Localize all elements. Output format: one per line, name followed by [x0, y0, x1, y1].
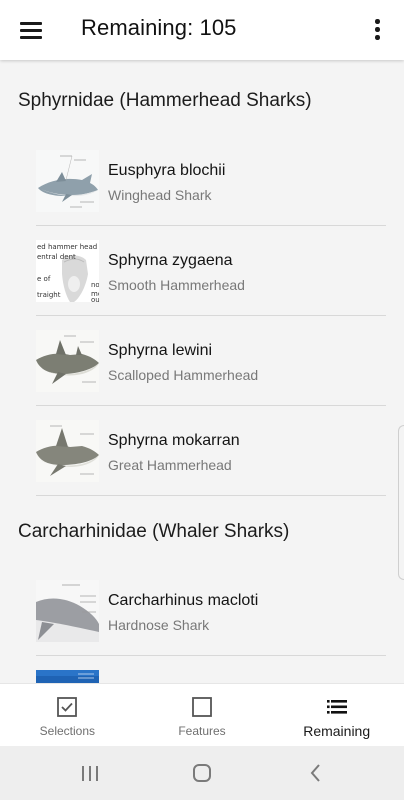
app-bar: Remaining: 105: [0, 0, 404, 60]
nav-label: Remaining: [303, 723, 371, 739]
thumb-caption: entral dent: [37, 253, 76, 261]
nav-label: Features: [178, 724, 226, 738]
section-header-sphyrnidae: Sphyrnidae (Hammerhead Sharks): [18, 90, 312, 111]
hamburger-menu-icon[interactable]: [16, 17, 48, 43]
scientific-name: Sphyrna zygaena: [108, 252, 233, 269]
thumb-caption: ou: [91, 296, 99, 302]
list-item[interactable]: Eusphyra blochii Winghead Shark: [36, 136, 386, 226]
common-name: Great Hammerhead: [108, 457, 232, 473]
species-thumbnail: [36, 670, 99, 683]
species-thumbnail: [36, 150, 99, 212]
common-name: Scalloped Hammerhead: [108, 367, 259, 383]
thumb-caption: no: [91, 281, 99, 289]
common-name: Hardnose Shark: [108, 617, 210, 633]
list-icon: [326, 696, 348, 718]
nav-tab-remaining[interactable]: Remaining: [269, 684, 404, 746]
thumb-caption: e of: [37, 275, 51, 283]
scientific-name: Eusphyra blochii: [108, 162, 226, 179]
divider: [36, 495, 386, 496]
species-list[interactable]: Sphyrnidae (Hammerhead Sharks) Eusphyra …: [0, 60, 404, 683]
nav-tab-selections[interactable]: Selections: [0, 684, 135, 746]
more-vert-icon[interactable]: [366, 14, 388, 46]
common-name: Smooth Hammerhead: [108, 277, 245, 293]
back-icon[interactable]: [303, 761, 329, 785]
page-title: Remaining: 105: [81, 15, 237, 40]
list-item[interactable]: ed hammer head entral dent e of traight …: [36, 226, 386, 316]
system-navigation-bar: [0, 746, 404, 800]
home-icon[interactable]: [189, 761, 215, 785]
recent-apps-icon[interactable]: [77, 761, 103, 785]
section-header-carcharhinidae: Carcharhinidae (Whaler Sharks): [18, 521, 290, 542]
common-name: Winghead Shark: [108, 187, 212, 203]
species-thumbnail: [36, 580, 99, 642]
thumb-caption: ed hammer head: [37, 243, 97, 251]
list-item[interactable]: Sphyrna mokarran Great Hammerhead: [36, 406, 386, 496]
checkbox-empty-icon: [191, 696, 213, 718]
nav-label: Selections: [39, 724, 96, 738]
thumb-caption: traight: [37, 291, 61, 299]
checkbox-checked-icon: [56, 696, 78, 718]
scientific-name: Carcharhinus macloti: [108, 592, 259, 609]
scientific-name: Sphyrna mokarran: [108, 432, 240, 449]
list-item[interactable]: Carcharhinus macloti Hardnose Shark: [36, 566, 386, 656]
list-item[interactable]: Sphyrna lewini Scalloped Hammerhead: [36, 316, 386, 406]
edge-panel-handle[interactable]: [398, 425, 404, 580]
bottom-navigation: Selections Features Remaining: [0, 683, 404, 746]
nav-tab-features[interactable]: Features: [135, 684, 270, 746]
list-item[interactable]: [36, 656, 386, 683]
species-thumbnail: ed hammer head entral dent e of traight …: [36, 240, 99, 302]
species-thumbnail: [36, 330, 99, 392]
scientific-name: Sphyrna lewini: [108, 342, 213, 359]
species-thumbnail: [36, 420, 99, 482]
